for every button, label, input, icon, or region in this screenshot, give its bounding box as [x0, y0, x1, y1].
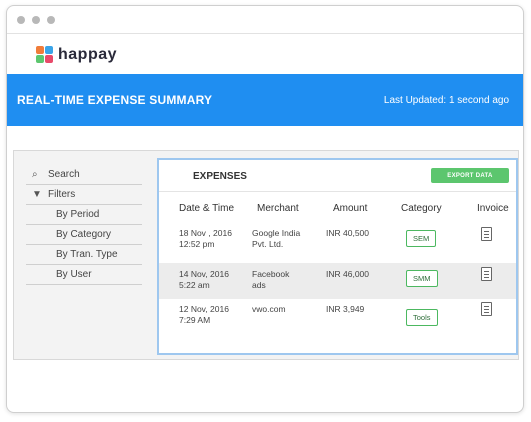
sidebar-item-by-user[interactable]: By User [26, 265, 142, 285]
table-header: Date & Time Merchant Amount Category Inv… [159, 200, 516, 218]
table-row[interactable]: 14 Nov, 2016 5:22 am Facebook ads INR 46,0… [159, 263, 516, 299]
brand-logo[interactable]: happay [36, 44, 117, 66]
row-amount: INR 40,500 [326, 228, 369, 238]
app-window: happay REAL-TIME EXPENSE SUMMARY Last Up… [6, 5, 524, 413]
invoice-icon[interactable] [481, 302, 492, 319]
row-category: SEM [406, 230, 437, 247]
row-amount: INR 3,949 [326, 304, 365, 314]
window-dot-icon[interactable] [32, 16, 40, 24]
expenses-panel: EXPENSES EXPORT DATA Date & Time Merchan… [157, 158, 518, 355]
window-titlebar [7, 6, 523, 34]
brand-name: happay [58, 46, 118, 63]
column-header-invoice[interactable]: Invoice [477, 203, 509, 214]
panel-header: EXPENSES EXPORT DATA [159, 160, 516, 192]
row-merchant: Facebook ads [252, 269, 290, 290]
filter-icon: ▼ [32, 189, 42, 200]
sidebar-search[interactable]: ⌕ Search [26, 165, 142, 185]
sidebar-search-label: Search [48, 169, 80, 180]
row-category: Tools [406, 309, 438, 326]
row-category: SMM [406, 270, 438, 287]
column-header-amount[interactable]: Amount [333, 203, 367, 214]
window-dot-icon[interactable] [17, 16, 25, 24]
row-merchant: vwo.com [252, 304, 286, 314]
category-tag[interactable]: Tools [406, 309, 438, 326]
sidebar-item-label: By Tran. Type [56, 249, 118, 260]
content-area: ⌕ Search ▼ Filters By Period By Category… [13, 150, 519, 360]
sidebar-item-label: By Category [56, 229, 112, 240]
category-tag[interactable]: SMM [406, 270, 438, 287]
sidebar-item-by-period[interactable]: By Period [26, 205, 142, 225]
row-merchant: Google India Pvt. Ltd. [252, 228, 301, 249]
sidebar-item-by-tran-type[interactable]: By Tran. Type [26, 245, 142, 265]
search-icon: ⌕ [32, 169, 38, 180]
row-date: 14 Nov, 2016 5:22 am [179, 269, 229, 290]
filter-sidebar: ⌕ Search ▼ Filters By Period By Category… [26, 165, 142, 285]
logo-mark-icon [36, 46, 54, 64]
column-header-category[interactable]: Category [401, 203, 442, 214]
export-data-button[interactable]: EXPORT DATA [431, 168, 509, 183]
sidebar-item-label: By User [56, 269, 92, 280]
window-dot-icon[interactable] [47, 16, 55, 24]
last-updated-text: Last Updated: 1 second ago [383, 94, 509, 106]
sidebar-filters-label: Filters [48, 189, 76, 200]
page-title: REAL-TIME EXPENSE SUMMARY [17, 93, 213, 107]
table-row[interactable]: 18 Nov , 2016 12:52 pm Google India Pvt. L… [159, 224, 516, 260]
row-date: 18 Nov , 2016 12:52 pm [179, 228, 232, 249]
invoice-icon[interactable] [481, 227, 492, 244]
sidebar-filters[interactable]: ▼ Filters [26, 185, 142, 205]
column-header-date[interactable]: Date & Time [179, 203, 234, 214]
panel-title: EXPENSES [193, 171, 247, 182]
sidebar-item-label: By Period [56, 209, 100, 220]
invoice-icon[interactable] [481, 267, 492, 284]
category-tag[interactable]: SEM [406, 230, 437, 247]
row-date: 12 Nov, 2016 7:29 AM [179, 304, 229, 325]
sidebar-item-by-category[interactable]: By Category [26, 225, 142, 245]
row-amount: INR 46,000 [326, 269, 369, 279]
column-header-merchant[interactable]: Merchant [257, 203, 299, 214]
table-row[interactable]: 12 Nov, 2016 7:29 AM vwo.com INR 3,949 To… [159, 300, 516, 336]
summary-banner: REAL-TIME EXPENSE SUMMARY Last Updated: … [7, 74, 523, 126]
